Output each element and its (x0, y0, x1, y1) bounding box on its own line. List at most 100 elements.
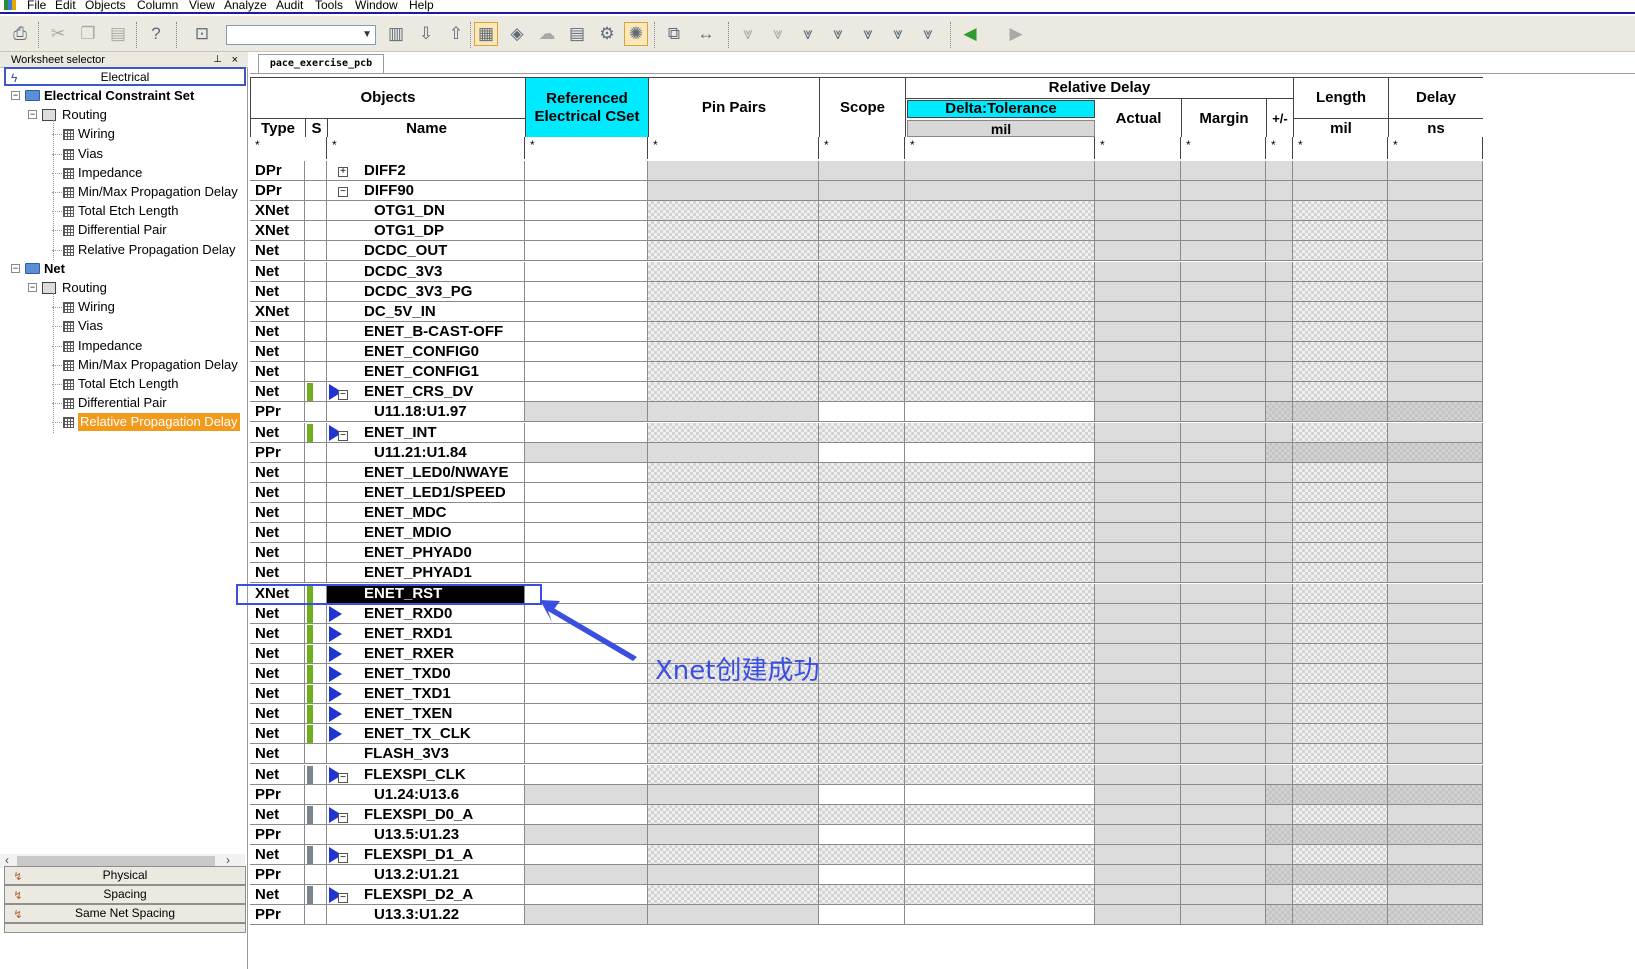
cell-margin[interactable] (1181, 463, 1266, 483)
filter-star-icon[interactable]: ⩔ (856, 22, 880, 46)
cell-type[interactable]: Net (250, 503, 305, 523)
forward-arrow-icon[interactable]: ▶ (1004, 22, 1028, 46)
cell-scope[interactable] (819, 905, 905, 925)
cell-margin[interactable] (1181, 785, 1266, 805)
cell-type[interactable]: Net (250, 563, 305, 583)
cell-margin[interactable] (1181, 684, 1266, 704)
cell-scope[interactable] (819, 241, 905, 261)
tree-item[interactable]: Differential Pair (78, 221, 167, 239)
cell-cset[interactable] (525, 805, 648, 825)
cell-pin[interactable] (648, 443, 819, 463)
cell-type[interactable]: Net (250, 423, 305, 443)
tree-item[interactable]: Wiring (78, 125, 115, 143)
header-scope[interactable]: Scope (820, 78, 906, 139)
select-icon[interactable]: ⊡ (190, 22, 214, 46)
cell-pm[interactable] (1266, 483, 1293, 503)
cell-name[interactable]: ENET_RXD0 (327, 604, 525, 624)
collapse-icon[interactable]: − (338, 853, 348, 863)
header-delta-tolerance[interactable]: Delta:Tolerance (907, 100, 1095, 118)
table-row[interactable]: Net − FLEXSPI_D0_A (250, 805, 1483, 825)
cell-cset[interactable] (525, 845, 648, 865)
tree-item[interactable]: Relative Propagation Delay (78, 241, 236, 259)
cell-delay[interactable] (1388, 624, 1483, 644)
cell-pm[interactable] (1266, 463, 1293, 483)
cell-pm[interactable] (1266, 302, 1293, 322)
cell-delta[interactable] (905, 905, 1095, 925)
cell-len[interactable] (1293, 664, 1388, 684)
cell-len[interactable] (1293, 201, 1388, 221)
cell-actual[interactable] (1095, 201, 1181, 221)
cell-len[interactable] (1293, 604, 1388, 624)
cell-delay[interactable] (1388, 604, 1483, 624)
cell-name[interactable]: U13.3:U1.22 (327, 905, 525, 925)
cell-pm[interactable] (1266, 443, 1293, 463)
cell-len[interactable] (1293, 765, 1388, 785)
table-row[interactable]: Net ENET_TX_CLK (250, 724, 1483, 744)
cell-pin[interactable] (648, 342, 819, 362)
cell-scope[interactable] (819, 845, 905, 865)
cell-margin[interactable] (1181, 483, 1266, 503)
cell-actual[interactable] (1095, 181, 1181, 201)
cell-scope[interactable] (819, 684, 905, 704)
cell-len[interactable] (1293, 825, 1388, 845)
cell-actual[interactable] (1095, 503, 1181, 523)
cell-cset[interactable] (525, 282, 648, 302)
cell-pin[interactable] (648, 604, 819, 624)
cell-len[interactable] (1293, 584, 1388, 604)
cell-type[interactable]: DPr (250, 161, 305, 181)
cell-margin[interactable] (1181, 161, 1266, 181)
cell-scope[interactable] (819, 181, 905, 201)
table-row[interactable]: Net ENET_CONFIG0 (250, 342, 1483, 362)
filter-cset[interactable]: * (525, 137, 648, 159)
collapse-icon[interactable]: − (338, 390, 348, 400)
cell-actual[interactable] (1095, 664, 1181, 684)
cell-type[interactable]: Net (250, 543, 305, 563)
table-row[interactable]: Net ENET_PHYAD0 (250, 543, 1483, 563)
cell-delta[interactable] (905, 262, 1095, 282)
filter-pinpairs[interactable]: * (648, 137, 819, 159)
table-icon[interactable]: ▤ (565, 22, 589, 46)
cell-pin[interactable] (648, 382, 819, 402)
cell-actual[interactable] (1095, 423, 1181, 443)
cell-name[interactable]: ENET_TXEN (327, 704, 525, 724)
collapse-icon[interactable]: − (28, 283, 37, 292)
cell-cset[interactable] (525, 161, 648, 181)
cell-type[interactable]: XNet (250, 302, 305, 322)
cell-s[interactable] (305, 443, 327, 463)
cell-len[interactable] (1293, 744, 1388, 764)
cell-name[interactable]: − DIFF90 (327, 181, 525, 201)
copy-icon[interactable]: ❐ (76, 22, 100, 46)
cell-name[interactable]: − FLEXSPI_CLK (327, 765, 525, 785)
filter-clear-icon[interactable]: ⩔ (766, 22, 790, 46)
cell-s[interactable] (305, 181, 327, 201)
cell-type[interactable]: PPr (250, 865, 305, 885)
cell-type[interactable]: Net (250, 744, 305, 764)
cell-pin[interactable] (648, 262, 819, 282)
cell-margin[interactable] (1181, 563, 1266, 583)
cell-delay[interactable] (1388, 362, 1483, 382)
cell-type[interactable]: Net (250, 382, 305, 402)
cell-s[interactable] (305, 282, 327, 302)
paste-icon[interactable]: ▤ (106, 22, 130, 46)
cell-cset[interactable] (525, 221, 648, 241)
cell-s[interactable] (305, 201, 327, 221)
cell-delay[interactable] (1388, 805, 1483, 825)
cell-delay[interactable] (1388, 503, 1483, 523)
toolbar-combo[interactable]: ▼ (226, 25, 376, 45)
close-icon[interactable]: × (232, 52, 238, 68)
cell-name[interactable]: ENET_B-CAST-OFF (327, 322, 525, 342)
cell-margin[interactable] (1181, 362, 1266, 382)
menu-edit[interactable]: Edit (55, 0, 76, 11)
cell-pm[interactable] (1266, 724, 1293, 744)
menu-analyze[interactable]: Analyze (224, 0, 267, 11)
cell-s[interactable] (305, 664, 327, 684)
cell-pin[interactable] (648, 885, 819, 905)
cell-s[interactable] (305, 905, 327, 925)
cell-scope[interactable] (819, 885, 905, 905)
cell-delay[interactable] (1388, 302, 1483, 322)
cell-len[interactable] (1293, 241, 1388, 261)
cell-pm[interactable] (1266, 161, 1293, 181)
cell-scope[interactable] (819, 523, 905, 543)
tree-item[interactable]: Electrical Constraint Set (44, 87, 194, 105)
cell-s[interactable] (305, 402, 327, 422)
